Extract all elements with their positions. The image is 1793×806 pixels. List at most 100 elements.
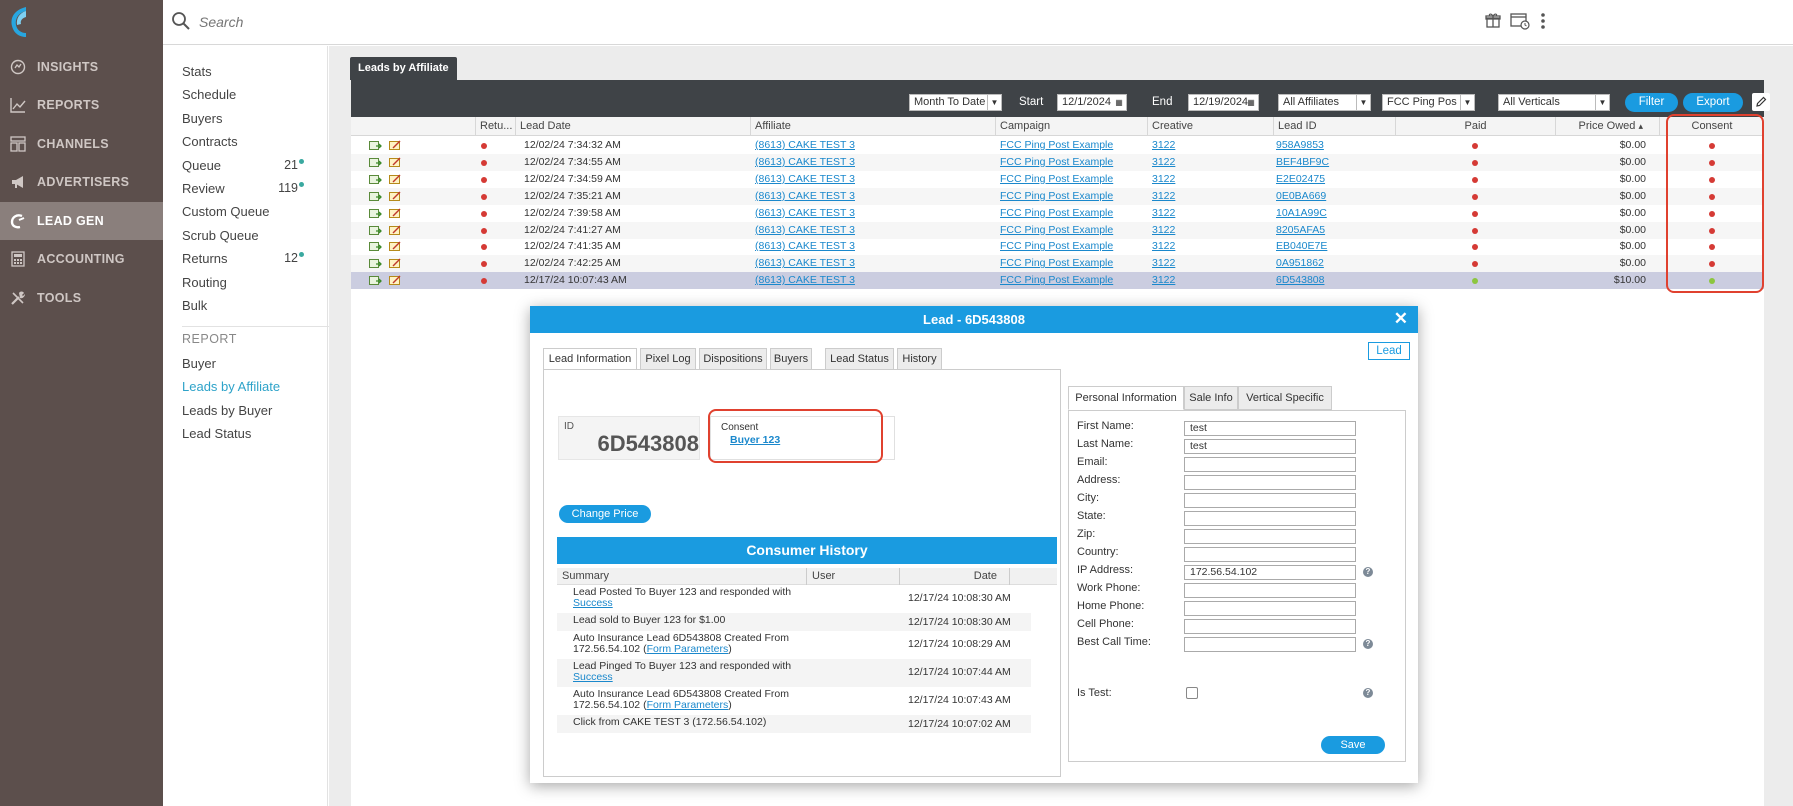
creative-link[interactable]: 3122 — [1152, 137, 1175, 154]
nav-item-insights[interactable]: INSIGHTS — [0, 48, 163, 86]
col-paid[interactable]: Paid — [1395, 117, 1555, 136]
view-lead-icon[interactable] — [369, 208, 382, 219]
tab-personal-information[interactable]: Personal Information — [1068, 386, 1184, 410]
close-icon[interactable]: ✕ — [1394, 309, 1408, 329]
table-row[interactable]: 12/02/24 7:34:32 AM (8613) CAKE TEST 3 FCC… — [351, 137, 1764, 154]
calendar-icon[interactable]: ▦ — [1112, 95, 1126, 110]
home-phone-field[interactable] — [1184, 601, 1356, 616]
campaign-link[interactable]: FCC Ping Post Example — [1000, 205, 1113, 222]
subnav-item-contracts[interactable]: Contracts — [182, 134, 304, 149]
nav-item-advertisers[interactable]: ADVERTISERS — [0, 163, 163, 201]
subnav-item-stats[interactable]: Stats — [182, 64, 304, 79]
nav-item-tools[interactable]: TOOLS — [0, 279, 163, 317]
affiliate-link[interactable]: (8613) CAKE TEST 3 — [755, 188, 855, 205]
edit-lead-icon[interactable] — [389, 174, 402, 185]
help-icon[interactable]: ? — [1363, 688, 1373, 698]
affiliate-link[interactable]: (8613) CAKE TEST 3 — [755, 222, 855, 239]
campaign-link[interactable]: FCC Ping Post Example — [1000, 154, 1113, 171]
edit-lead-icon[interactable] — [389, 140, 402, 151]
history-link[interactable]: Success — [573, 597, 613, 609]
lead-id-link[interactable]: EB040E7E — [1276, 238, 1327, 255]
lead-id-link[interactable]: 10A1A99C — [1276, 205, 1327, 222]
lead-id-link[interactable]: 0E0BA669 — [1276, 188, 1326, 205]
more-vertical-icon[interactable] — [1540, 12, 1546, 30]
table-row[interactable]: 12/02/24 7:34:55 AM (8613) CAKE TEST 3 FCC… — [351, 153, 1764, 171]
affiliate-link[interactable]: (8613) CAKE TEST 3 — [755, 137, 855, 154]
view-lead-icon[interactable] — [369, 140, 382, 151]
tab-dispositions[interactable]: Dispositions — [699, 348, 767, 370]
help-icon[interactable]: ? — [1363, 567, 1373, 577]
table-row[interactable]: 12/02/24 7:42:25 AM (8613) CAKE TEST 3 FCC… — [351, 255, 1764, 273]
tab-sale-info[interactable]: Sale Info — [1184, 386, 1238, 410]
campaign-select[interactable]: FCC Ping Pos ▼ — [1382, 94, 1475, 111]
first-name-field[interactable]: test — [1184, 421, 1356, 436]
table-row[interactable]: 12/02/24 7:34:59 AM (8613) CAKE TEST 3 FCC… — [351, 171, 1764, 188]
edit-lead-icon[interactable] — [389, 191, 402, 202]
search-input[interactable] — [199, 10, 599, 34]
browser-clock-icon[interactable] — [1510, 12, 1530, 30]
verticals-select[interactable]: All Verticals ▼ — [1498, 94, 1610, 111]
creative-link[interactable]: 3122 — [1152, 238, 1175, 255]
creative-link[interactable]: 3122 — [1152, 222, 1175, 239]
col-lead-id[interactable]: Lead ID — [1273, 117, 1395, 136]
history-link[interactable]: Form Parameters — [647, 643, 729, 655]
campaign-link[interactable]: FCC Ping Post Example — [1000, 255, 1113, 272]
save-button[interactable]: Save — [1321, 736, 1385, 754]
tab-leads-by-affiliate[interactable]: Leads by Affiliate — [350, 57, 457, 80]
report-item-leads-by-buyer[interactable]: Leads by Buyer — [182, 403, 272, 418]
export-button[interactable]: Export — [1683, 93, 1743, 112]
edit-lead-icon[interactable] — [389, 241, 402, 252]
lead-button[interactable]: Lead — [1368, 342, 1410, 360]
col-affiliate[interactable]: Affiliate — [750, 117, 995, 136]
tab-buyers[interactable]: Buyers — [770, 348, 812, 370]
work-phone-field[interactable] — [1184, 583, 1356, 598]
lead-id-link[interactable]: 958A9853 — [1276, 137, 1324, 154]
lead-id-link[interactable]: 0A951862 — [1276, 255, 1324, 272]
city-field[interactable] — [1184, 493, 1356, 508]
calendar-icon[interactable]: ▦ — [1244, 95, 1258, 110]
subnav-item-buyers[interactable]: Buyers — [182, 111, 304, 126]
edit-lead-icon[interactable] — [389, 275, 402, 286]
view-lead-icon[interactable] — [369, 174, 382, 185]
period-select[interactable]: Month To Date ▼ — [909, 94, 1002, 111]
zip-field[interactable] — [1184, 529, 1356, 544]
campaign-link[interactable]: FCC Ping Post Example — [1000, 238, 1113, 255]
view-lead-icon[interactable] — [369, 191, 382, 202]
col-creative[interactable]: Creative — [1147, 117, 1273, 136]
tab-lead-status[interactable]: Lead Status — [825, 348, 894, 370]
help-icon[interactable]: ? — [1363, 639, 1373, 649]
view-lead-icon[interactable] — [369, 258, 382, 269]
subnav-item-returns[interactable]: Returns 12 — [182, 251, 304, 266]
view-lead-icon[interactable] — [369, 225, 382, 236]
subnav-item-review[interactable]: Review 119 — [182, 181, 304, 196]
gift-icon[interactable] — [1485, 12, 1501, 28]
lead-id-link[interactable]: BEF4BF9C — [1276, 154, 1329, 171]
subnav-item-routing[interactable]: Routing — [182, 275, 304, 290]
table-row[interactable]: 12/02/24 7:41:35 AM (8613) CAKE TEST 3 FCC… — [351, 238, 1764, 255]
history-link[interactable]: Form Parameters — [647, 699, 729, 711]
creative-link[interactable]: 3122 — [1152, 205, 1175, 222]
creative-link[interactable]: 3122 — [1152, 188, 1175, 205]
report-item-buyer[interactable]: Buyer — [182, 356, 216, 371]
cake-logo-icon[interactable] — [6, 4, 32, 40]
nav-item-accounting[interactable]: ACCOUNTING — [0, 240, 163, 278]
best-call-time-field[interactable] — [1184, 637, 1356, 652]
edit-columns-icon[interactable] — [1752, 93, 1770, 111]
edit-lead-icon[interactable] — [389, 208, 402, 219]
lead-id-link[interactable]: E2E02475 — [1276, 171, 1325, 188]
edit-lead-icon[interactable] — [389, 225, 402, 236]
creative-link[interactable]: 3122 — [1152, 171, 1175, 188]
last-name-field[interactable]: test — [1184, 439, 1356, 454]
campaign-link[interactable]: FCC Ping Post Example — [1000, 188, 1113, 205]
affiliate-link[interactable]: (8613) CAKE TEST 3 — [755, 272, 855, 289]
view-lead-icon[interactable] — [369, 275, 382, 286]
tab-vertical-specific[interactable]: Vertical Specific — [1238, 386, 1332, 410]
report-item-leads-by-affiliate[interactable]: Leads by Affiliate — [182, 379, 280, 394]
table-row[interactable]: 12/17/24 10:07:43 AM (8613) CAKE TEST 3 FC… — [351, 272, 1764, 290]
start-date-input[interactable]: 12/1/2024 ▦ — [1057, 94, 1127, 111]
change-price-button[interactable]: Change Price — [559, 505, 651, 523]
email-field[interactable] — [1184, 457, 1356, 472]
nav-item-channels[interactable]: CHANNELS — [0, 125, 163, 163]
cell-phone-field[interactable] — [1184, 619, 1356, 634]
nav-item-reports[interactable]: REPORTS — [0, 86, 163, 124]
